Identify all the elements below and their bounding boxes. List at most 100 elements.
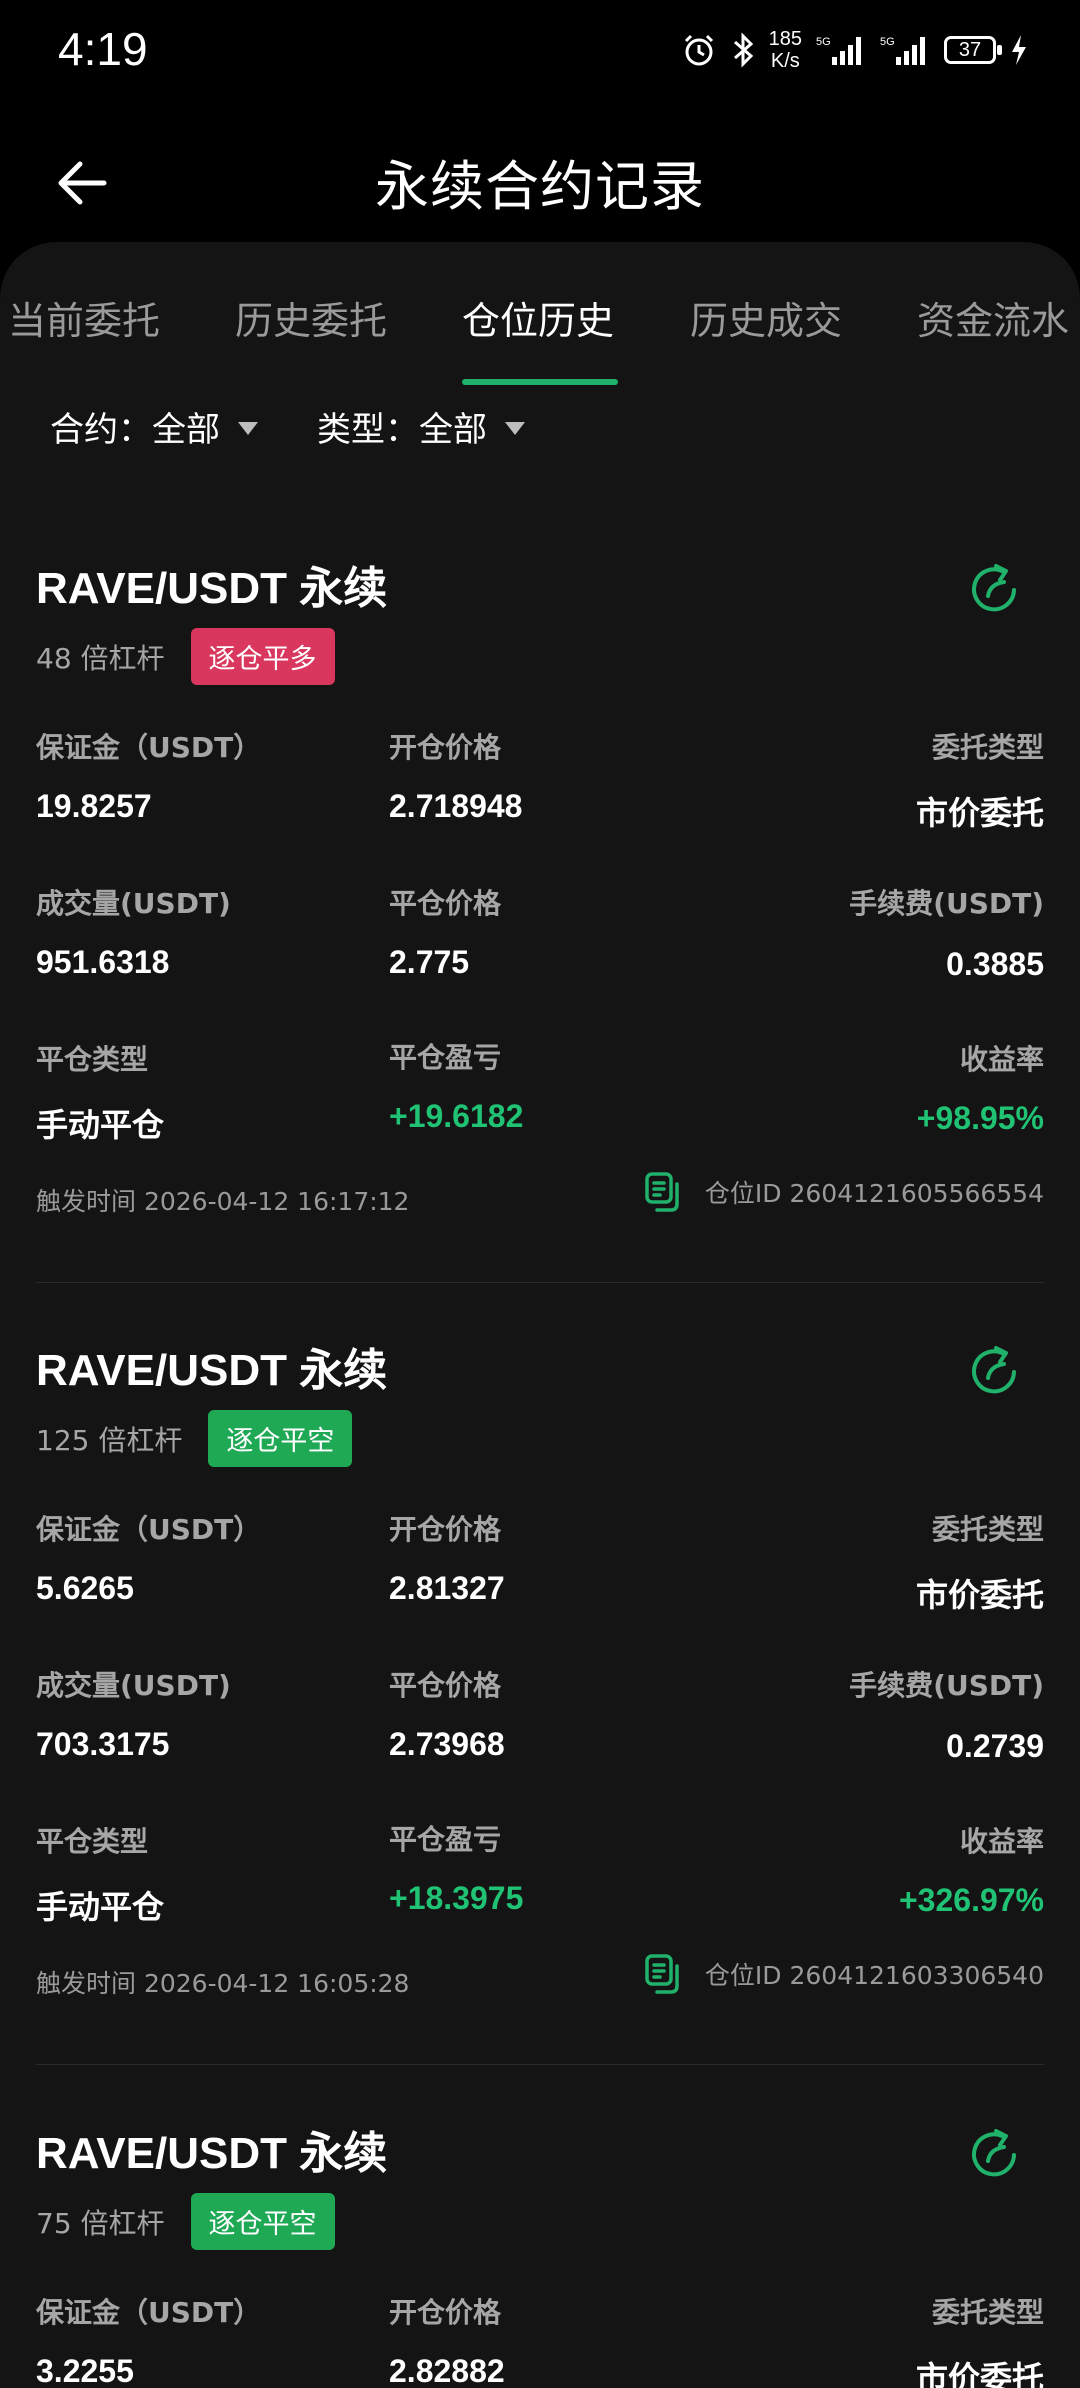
- contract-filter-label: 合约：全部: [50, 410, 220, 450]
- records-panel: 当前委托 历史委托 仓位历史 历史成交 资金流水 合约：全部 类型：全部 RAV…: [0, 242, 1080, 2388]
- volume-label: 成交量(USDT): [36, 1669, 231, 1702]
- status-badge: 逐仓平多: [190, 628, 335, 685]
- order-type-label: 委托类型: [931, 2296, 1044, 2329]
- close-type-value: 手动平仓: [36, 1106, 165, 1144]
- close-type-label: 平仓类型: [36, 1825, 149, 1858]
- type-filter[interactable]: 类型：全部: [317, 402, 525, 451]
- share-icon[interactable]: [966, 560, 1024, 618]
- open-price-value: 2.718948: [389, 788, 523, 824]
- battery-icon: 37: [944, 36, 1002, 64]
- margin-label: 保证金（USDT）: [36, 731, 262, 764]
- svg-text:5G: 5G: [816, 36, 831, 48]
- position-id: 仓位ID 2604121603306540: [704, 1961, 1044, 1990]
- open-price-label: 开仓价格: [389, 2296, 502, 2329]
- svg-text:5G: 5G: [880, 36, 895, 48]
- trigger-time: 触发时间 2026-04-12 16:05:28: [36, 1969, 410, 1998]
- contract-filter[interactable]: 合约：全部: [50, 402, 258, 451]
- open-price-value: 2.81327: [389, 1570, 505, 1606]
- volume-value: 951.6318: [36, 944, 170, 980]
- open-price-label: 开仓价格: [389, 1513, 502, 1546]
- fee-label: 手续费(USDT): [849, 1669, 1044, 1702]
- position-record[interactable]: RAVE/USDT 永续 75 倍杠杆 逐仓平空 保证金（USDT） 开仓价格 …: [36, 2117, 1044, 2388]
- close-price-label: 平仓价格: [389, 1669, 502, 1702]
- close-price-value: 2.73968: [389, 1726, 505, 1762]
- charging-icon: [1012, 35, 1026, 65]
- open-price-value: 2.82882: [389, 2353, 505, 2388]
- leverage-text: 125 倍杠杆: [36, 1423, 183, 1457]
- signal-5g-icon: 5G: [816, 36, 861, 65]
- status-time: 4:19: [58, 23, 148, 75]
- divider: [36, 1282, 1044, 1283]
- order-type-value: 市价委托: [915, 2359, 1044, 2388]
- position-record[interactable]: RAVE/USDT 永续 48 倍杠杆 逐仓平多 保证金（USDT） 开仓价格 …: [36, 552, 1044, 1216]
- signal-5g-icon-2: 5G: [880, 36, 925, 65]
- leverage-row: 125 倍杠杆 逐仓平空: [36, 1410, 353, 1467]
- leverage-text: 75 倍杠杆: [36, 2206, 165, 2240]
- status-badge: 逐仓平空: [208, 1410, 353, 1467]
- status-icons: 185 K/s 5G 5G 37: [681, 28, 1028, 72]
- close-type-label: 平仓类型: [36, 1043, 149, 1076]
- order-type-value: 市价委托: [915, 1576, 1044, 1614]
- filter-bar: 合约：全部 类型：全部: [0, 402, 1080, 482]
- fee-value: 0.3885: [946, 946, 1044, 982]
- status-bar: 4:19 185 K/s 5G 5G 37: [0, 0, 1080, 110]
- tab-position-history[interactable]: 仓位历史: [462, 290, 614, 345]
- leverage-row: 75 倍杠杆 逐仓平空: [36, 2193, 335, 2250]
- pnl-label: 平仓盈亏: [389, 1823, 502, 1856]
- divider: [36, 2064, 1044, 2065]
- network-speed-value: 185: [768, 28, 802, 50]
- margin-label: 保证金（USDT）: [36, 2296, 262, 2329]
- tab-current-orders[interactable]: 当前委托: [8, 290, 160, 345]
- leverage-row: 48 倍杠杆 逐仓平多: [36, 628, 335, 685]
- tab-trade-history[interactable]: 历史成交: [690, 290, 842, 345]
- type-filter-label: 类型：全部: [317, 410, 487, 450]
- alarm-icon: [684, 34, 713, 66]
- page-title: 永续合约记录: [375, 155, 705, 218]
- order-type-label: 委托类型: [931, 731, 1044, 764]
- position-id: 仓位ID 2604121605566554: [704, 1179, 1044, 1208]
- contract-title: RAVE/USDT 永续: [36, 1346, 388, 1395]
- pnl-value: +19.6182: [389, 1098, 524, 1134]
- position-record[interactable]: RAVE/USDT 永续 125 倍杠杆 逐仓平空 保证金（USDT） 开仓价格…: [36, 1334, 1044, 1998]
- copy-icon[interactable]: [643, 1172, 683, 1212]
- status-badge: 逐仓平空: [190, 2193, 335, 2250]
- contract-title: RAVE/USDT 永续: [36, 564, 388, 613]
- margin-label: 保证金（USDT）: [36, 1513, 262, 1546]
- volume-label: 成交量(USDT): [36, 887, 231, 920]
- position-id-row[interactable]: 仓位ID 2604121603306540: [643, 1954, 1044, 1994]
- network-speed: 185 K/s: [769, 28, 802, 72]
- margin-value: 19.8257: [36, 788, 152, 824]
- roi-value: +98.95%: [916, 1100, 1044, 1136]
- close-type-value: 手动平仓: [36, 1888, 165, 1926]
- pnl-value: +18.3975: [389, 1880, 524, 1916]
- contract-title: RAVE/USDT 永续: [36, 2129, 388, 2178]
- active-tab-indicator: [462, 379, 618, 385]
- bluetooth-icon: [733, 32, 753, 68]
- order-type-label: 委托类型: [931, 1513, 1044, 1546]
- leverage-text: 48 倍杠杆: [36, 641, 165, 675]
- margin-value: 3.2255: [36, 2353, 134, 2388]
- tab-bar: 当前委托 历史委托 仓位历史 历史成交 资金流水: [0, 242, 1080, 392]
- copy-icon[interactable]: [643, 1954, 683, 1994]
- margin-value: 5.6265: [36, 1570, 134, 1606]
- fee-value: 0.2739: [946, 1728, 1044, 1764]
- share-icon[interactable]: [966, 2125, 1024, 2183]
- pnl-label: 平仓盈亏: [389, 1041, 502, 1074]
- roi-label: 收益率: [959, 1043, 1044, 1076]
- tab-order-history[interactable]: 历史委托: [235, 290, 387, 345]
- roi-label: 收益率: [959, 1825, 1044, 1858]
- order-type-value: 市价委托: [915, 794, 1044, 832]
- fee-label: 手续费(USDT): [849, 887, 1044, 920]
- trigger-time: 触发时间 2026-04-12 16:17:12: [36, 1187, 410, 1216]
- close-price-value: 2.775: [389, 944, 470, 980]
- volume-value: 703.3175: [36, 1726, 170, 1762]
- position-id-row[interactable]: 仓位ID 2604121605566554: [643, 1172, 1044, 1212]
- network-speed-unit: K/s: [770, 50, 800, 72]
- header: 永续合约记录: [0, 110, 1080, 240]
- close-price-label: 平仓价格: [389, 887, 502, 920]
- caret-down-icon: [238, 422, 258, 435]
- tab-fund-flow[interactable]: 资金流水: [917, 290, 1069, 345]
- open-price-label: 开仓价格: [389, 731, 502, 764]
- share-icon[interactable]: [966, 1342, 1024, 1400]
- roi-value: +326.97%: [898, 1882, 1044, 1918]
